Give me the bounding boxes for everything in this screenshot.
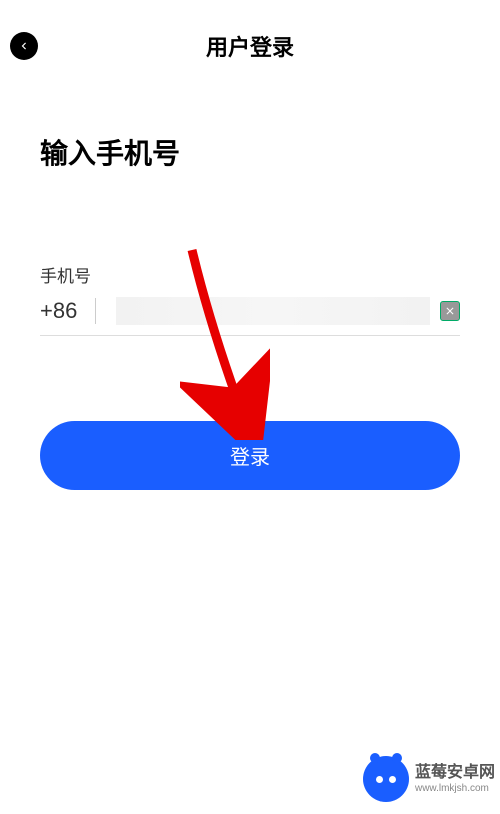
- header: 用户登录: [0, 0, 500, 82]
- watermark-url: www.lmkjsh.com: [415, 783, 495, 795]
- chevron-left-icon: [17, 39, 31, 53]
- watermark-logo-icon: [363, 756, 409, 802]
- phone-label: 手机号: [40, 262, 460, 287]
- phone-input-row: +86: [40, 297, 460, 336]
- phone-input[interactable]: [116, 297, 430, 325]
- login-button[interactable]: 登录: [40, 421, 460, 490]
- clear-input-button[interactable]: [440, 301, 460, 321]
- back-button[interactable]: [10, 32, 38, 60]
- watermark: 蓝莓安卓网 www.lmkjsh.com: [363, 756, 495, 802]
- login-form: 输入手机号 手机号 +86 登录: [0, 82, 500, 490]
- country-code-selector[interactable]: +86: [40, 298, 96, 324]
- close-icon: [444, 305, 456, 317]
- page-heading: 输入手机号: [40, 132, 460, 172]
- page-title: 用户登录: [10, 30, 490, 62]
- watermark-title: 蓝莓安卓网: [415, 763, 495, 782]
